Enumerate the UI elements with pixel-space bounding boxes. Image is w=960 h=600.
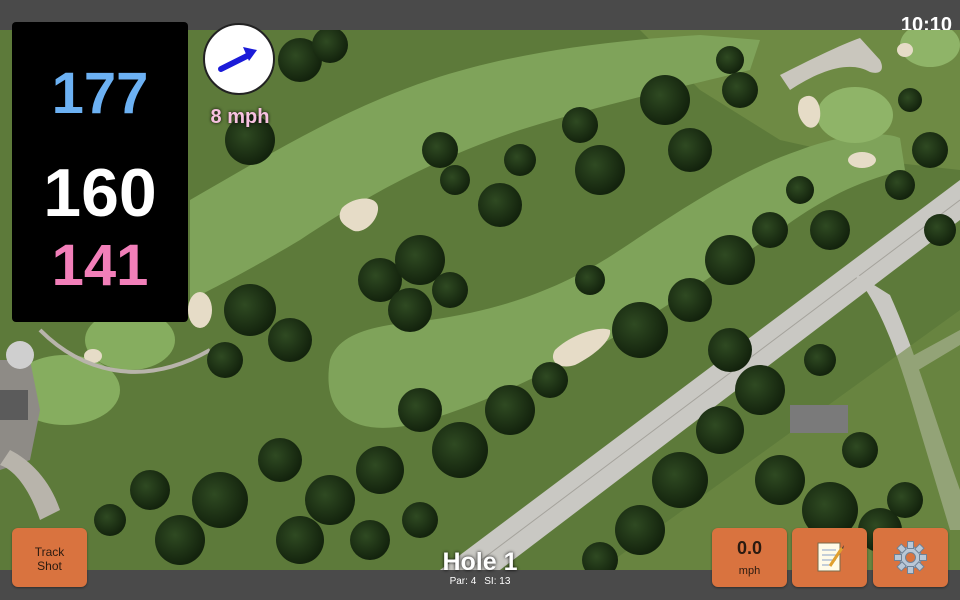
wind-speed-label: 8 mph — [210, 106, 270, 128]
hole-title: Hole 1 — [442, 548, 518, 576]
settings-button[interactable] — [873, 528, 948, 587]
gear-icon — [894, 541, 927, 574]
track-shot-label-line2: Shot — [37, 559, 62, 573]
hole-stroke-index: SI: 13 — [484, 576, 511, 587]
shot-speed-unit: mph — [738, 565, 761, 577]
notes-button[interactable] — [792, 528, 867, 587]
middle-of-green-distance: 160 — [43, 155, 157, 231]
hole-par: Par: 4 — [449, 576, 477, 587]
back-of-green-distance: 177 — [51, 61, 149, 126]
shot-speed-value: 0.0 — [736, 538, 763, 558]
distance-panel: 177 160 141 — [12, 22, 188, 322]
track-shot-button[interactable]: Track Shot — [12, 528, 87, 587]
shot-speed-button[interactable]: 0.0 mph — [712, 528, 787, 587]
front-of-green-distance: 141 — [51, 233, 149, 298]
wind-indicator — [203, 23, 275, 95]
wind-direction-arrow-icon — [218, 47, 257, 72]
track-shot-label-line1: Track — [34, 545, 65, 559]
hole-info: Par: 4 SI: 13 — [380, 576, 580, 587]
notepad-icon — [817, 542, 844, 572]
